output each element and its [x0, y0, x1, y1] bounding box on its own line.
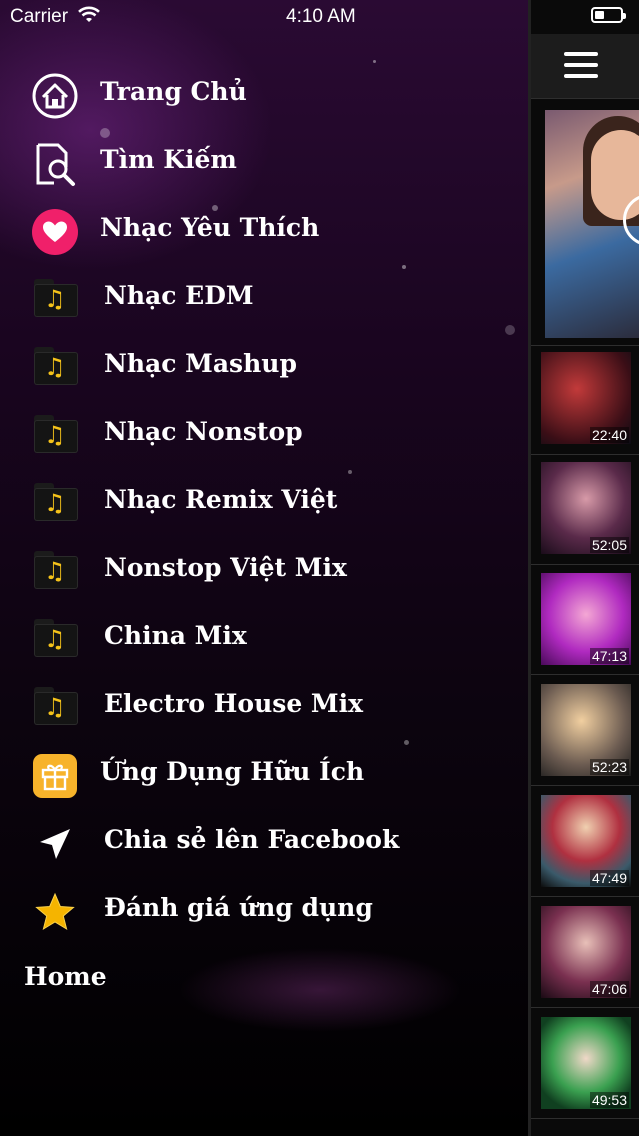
hamburger-menu-icon[interactable]: [564, 52, 598, 78]
video-thumbnail[interactable]: 49:53: [541, 1017, 631, 1109]
menu-item-favorites[interactable]: Nhạc Yêu Thích: [0, 201, 528, 261]
menu-item-home[interactable]: Trang Chủ: [0, 65, 528, 125]
menu-item-label: Nhạc EDM: [104, 281, 254, 310]
menu-item-nhac-mashup[interactable]: ♫ Nhạc Mashup: [0, 337, 528, 397]
video-duration: 47:49: [589, 870, 629, 886]
gift-icon: [33, 754, 77, 798]
menu-item-label: Nhạc Mashup: [104, 349, 297, 378]
side-menu-drawer: Trang Chủ Tìm Kiếm Nhạc Yêu Thích ♫ Nhạc…: [0, 0, 528, 1136]
menu-item-label: Nhạc Nonstop: [104, 417, 303, 446]
music-folder-icon: ♫: [34, 551, 78, 589]
wifi-icon: [78, 6, 100, 22]
clock: 4:10 AM: [286, 6, 356, 27]
music-folder-icon: ♫: [34, 687, 78, 725]
star-icon: [35, 892, 75, 931]
video-thumbnail[interactable]: 47:49: [541, 795, 631, 887]
menu-item-label: Nhạc Yêu Thích: [100, 213, 320, 242]
menu-item-nhac-edm[interactable]: ♫ Nhạc EDM: [0, 269, 528, 329]
video-thumbnail[interactable]: 22:40: [541, 352, 631, 444]
current-section-label: Home: [24, 962, 107, 991]
menu-item-electro-house-mix[interactable]: ♫ Electro House Mix: [0, 677, 528, 737]
music-folder-icon: ♫: [34, 279, 78, 317]
video-duration: 47:13: [589, 648, 629, 664]
video-duration: 22:40: [589, 427, 629, 443]
carrier-label: Carrier: [10, 6, 69, 27]
menu-item-china-mix[interactable]: ♫ China Mix: [0, 609, 528, 669]
battery-icon: [591, 7, 626, 23]
video-thumbnail[interactable]: 52:23: [541, 684, 631, 776]
menu-item-share-facebook[interactable]: Chia sẻ lên Facebook: [0, 813, 528, 873]
video-thumbnail[interactable]: 47:06: [541, 906, 631, 998]
menu-item-label: Nonstop Việt Mix: [104, 553, 347, 582]
video-duration: 47:06: [589, 981, 629, 997]
menu-item-nhac-nonstop[interactable]: ♫ Nhạc Nonstop: [0, 405, 528, 465]
music-folder-icon: ♫: [34, 415, 78, 453]
music-folder-icon: ♫: [34, 619, 78, 657]
video-duration: 52:05: [589, 537, 629, 553]
video-duration: 49:53: [589, 1092, 629, 1108]
menu-item-useful-apps[interactable]: Ứng Dụng Hữu Ích: [0, 745, 528, 805]
video-duration: 52:23: [589, 759, 629, 775]
menu-item-label: Electro House Mix: [104, 689, 364, 718]
music-folder-icon: ♫: [34, 347, 78, 385]
music-folder-icon: ♫: [34, 483, 78, 521]
menu-item-search[interactable]: Tìm Kiếm: [0, 133, 528, 193]
main-content-panel: 22:40 52:05 47:13 52:23 47:49 47:06 49:5…: [528, 0, 639, 1136]
status-bar: Carrier 4:10 AM: [0, 0, 639, 34]
menu-item-nhac-remix-viet[interactable]: ♫ Nhạc Remix Việt: [0, 473, 528, 533]
menu-item-label: Tìm Kiếm: [100, 145, 237, 174]
search-icon: [36, 143, 75, 186]
heart-icon: [32, 209, 78, 255]
menu-item-label: Ứng Dụng Hữu Ích: [100, 757, 365, 786]
video-thumbnail[interactable]: 47:13: [541, 573, 631, 665]
menu-item-label: Đánh giá ứng dụng: [104, 893, 373, 922]
menu-item-label: Nhạc Remix Việt: [104, 485, 338, 514]
menu-item-rate-app[interactable]: Đánh giá ứng dụng: [0, 881, 528, 941]
menu-item-label: Chia sẻ lên Facebook: [104, 825, 400, 854]
home-icon: [32, 73, 78, 119]
share-arrow-icon: [40, 829, 70, 859]
featured-video[interactable]: [545, 110, 639, 338]
menu-item-label: Trang Chủ: [100, 77, 247, 106]
video-thumbnail[interactable]: 52:05: [541, 462, 631, 554]
sparkle: [373, 60, 376, 63]
menu-item-nonstop-viet-mix[interactable]: ♫ Nonstop Việt Mix: [0, 541, 528, 601]
menu-item-label: China Mix: [104, 621, 247, 650]
